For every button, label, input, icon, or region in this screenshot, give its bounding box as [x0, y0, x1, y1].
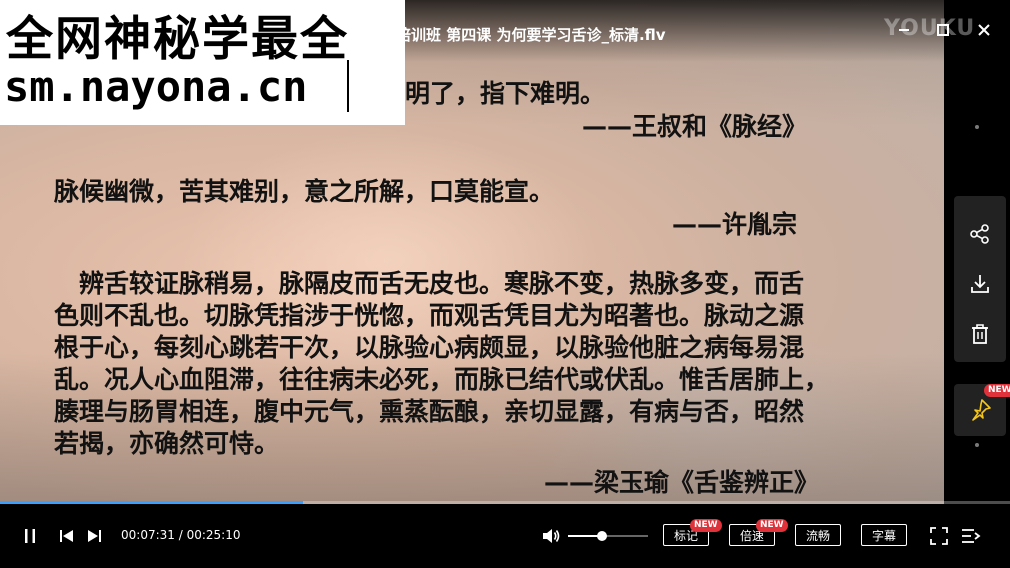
slide-line: 脉候幽微，苦其难别，意之所解，口莫能宣。 [54, 177, 555, 206]
video-title: 培训班 第四课 为何要学习舌诊_标清.flv [396, 26, 666, 44]
slide-line: 明了，指下难明。 [405, 79, 606, 108]
volume-slider[interactable] [568, 531, 648, 541]
side-dot [975, 125, 979, 129]
share-icon[interactable] [954, 214, 1006, 254]
mark-button[interactable]: 标记 NEW [663, 519, 722, 546]
new-badge: NEW [984, 384, 1010, 397]
fullscreen-icon[interactable] [928, 524, 950, 548]
watermark-line2: sm.nayona.cn [4, 62, 308, 111]
close-icon[interactable] [974, 22, 994, 42]
playlist-icon[interactable] [960, 524, 982, 548]
paragraph-line: 辨舌较证脉稍易，脉隔皮而舌无皮也。寒脉不变，热脉多变，而舌 [54, 269, 805, 298]
paragraph-line: 腠理与肠胃相连，腹中元气，熏蒸酝酿，亲切显露，有病与否，昭然 [54, 397, 805, 426]
quality-label: 流畅 [805, 529, 830, 543]
slide-paragraph: 辨舌较证脉稍易，脉隔皮而舌无皮也。寒脉不变，热脉多变，而舌 色则不乱也。切脉凭指… [54, 268, 904, 460]
quality-button[interactable]: 流畅 [795, 524, 841, 546]
side-dot [975, 443, 979, 447]
maximize-icon[interactable] [933, 22, 953, 42]
text-caret [347, 60, 349, 112]
volume-icon[interactable] [540, 524, 562, 548]
new-badge: NEW [690, 519, 722, 532]
pin-button[interactable]: NEW [954, 384, 1010, 436]
paragraph-line: 若揭，亦确然可恃。 [54, 429, 280, 458]
pause-icon[interactable] [20, 524, 40, 548]
paragraph-line: 色则不乱也。切脉凭指涉于恍惚，而观舌凭目尤为昭著也。脉动之源 [54, 301, 805, 330]
time-display: 00:07:31 / 00:25:10 [121, 528, 241, 542]
current-time: 00:07:31 [121, 528, 175, 542]
minimize-icon[interactable] [894, 22, 914, 42]
next-icon[interactable] [84, 524, 104, 548]
volume-knob[interactable] [596, 531, 607, 541]
subtitle-button[interactable]: 字幕 [861, 524, 907, 546]
total-time: 00:25:10 [186, 528, 241, 542]
site-watermark-overlay: 全网神秘学最全 sm.nayona.cn [0, 0, 405, 125]
subtitle-label: 字幕 [871, 529, 896, 543]
previous-icon[interactable] [57, 524, 77, 548]
watermark-line1: 全网神秘学最全 [6, 12, 349, 67]
trash-icon[interactable] [954, 314, 1006, 354]
paragraph-line: 乱。况人心血阻滞，往往病未必死，而脉已结代或伏乱。惟舌居肺上， [54, 365, 830, 394]
new-badge: NEW [756, 519, 788, 532]
side-action-panel [954, 196, 1006, 362]
speed-button[interactable]: 倍速 NEW [729, 519, 788, 546]
slide-attribution: ——王叔和《脉经》 [582, 112, 808, 141]
pin-icon [972, 399, 991, 421]
slide-attribution: ——许胤宗 [672, 210, 798, 239]
download-icon[interactable] [954, 264, 1006, 304]
paragraph-line: 根于心，每刻心跳若干次，以脉验心病颇显，以脉验他脏之病每易混 [54, 333, 805, 362]
slide-attribution: ——梁玉瑜《舌鉴辨正》 [544, 468, 820, 497]
player-controls: 00:07:31 / 00:25:10 标记 NEW 倍速 NEW 流畅 字幕 [0, 504, 1010, 568]
